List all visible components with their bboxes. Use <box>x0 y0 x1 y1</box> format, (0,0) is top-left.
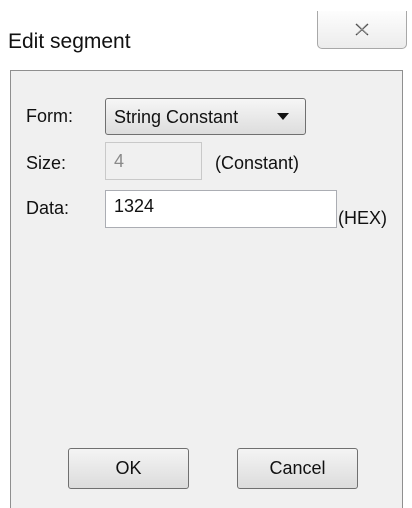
data-note: (HEX) <box>338 208 387 228</box>
ok-button[interactable]: OK <box>68 448 189 489</box>
data-field[interactable] <box>105 190 337 228</box>
data-label: Data: <box>26 198 70 218</box>
close-button[interactable] <box>317 11 407 49</box>
size-label: Size: <box>26 153 67 173</box>
title-bar: Edit segment <box>0 0 412 68</box>
size-note: (Constant) <box>215 153 300 173</box>
dialog-body: Form: String Constant Size: (Constant) D… <box>10 70 403 508</box>
window-title: Edit segment <box>8 30 131 53</box>
size-field[interactable] <box>105 142 202 180</box>
form-label: Form: <box>26 106 73 126</box>
edit-segment-dialog: Edit segment Form: String Constant Size:… <box>0 0 412 508</box>
close-x-icon <box>355 23 369 36</box>
form-select[interactable]: String Constant <box>105 98 306 135</box>
form-select-value: String Constant <box>114 107 239 127</box>
chevron-down-icon <box>277 113 289 120</box>
cancel-button[interactable]: Cancel <box>237 448 358 489</box>
